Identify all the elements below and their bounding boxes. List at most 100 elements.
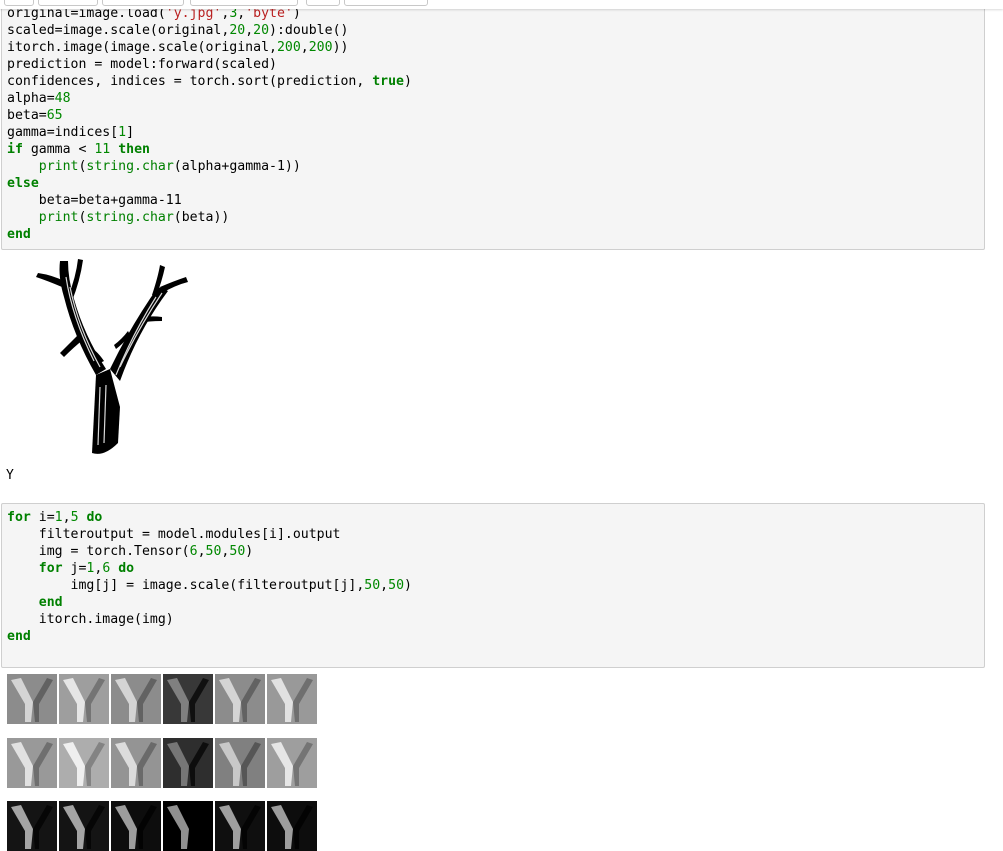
code-token: itorch.image(img) [7, 612, 174, 627]
code-token: else [7, 176, 39, 191]
code-token: )) [332, 40, 349, 55]
code-token: prediction = model:forward(scaled) [7, 57, 277, 72]
code-token: img = torch.Tensor( [7, 544, 190, 559]
feature-map-tile [215, 738, 265, 788]
code-token: for [38, 561, 63, 576]
code-token: do [118, 561, 135, 576]
code-line: img[j] = image.scale(filteroutput[j],50,… [7, 577, 979, 594]
code-line: for i=1,5 do [7, 509, 979, 526]
toolbar-button[interactable] [38, 0, 98, 6]
toolbar-button[interactable] [4, 0, 34, 6]
code-token: 50 [388, 578, 405, 593]
code-line: beta=beta+gamma-11 [7, 192, 979, 209]
toolbar-button[interactable] [306, 0, 340, 6]
code-line: confidences, indices = torch.sort(predic… [7, 73, 979, 90]
code-token: ) [404, 74, 412, 89]
code-token: 11 [94, 142, 111, 157]
code-token: end [38, 595, 63, 610]
feature-map-tile [267, 801, 317, 851]
code-token: itorch.image(image.scale(original, [7, 40, 277, 55]
notebook-toolbar [0, 0, 1003, 9]
code-token: then [118, 142, 150, 157]
code-editor[interactable]: original=image.load('y.jpg',3,'byte') sca… [7, 5, 979, 243]
feature-map-tile [267, 738, 317, 788]
tree-image-output [36, 259, 188, 454]
code-token: 200 [308, 40, 333, 55]
code-token: end [7, 629, 31, 644]
code-token: j= [62, 561, 87, 576]
code-line: print(string.char(alpha+gamma-1)) [7, 158, 979, 175]
code-line: end [7, 594, 979, 611]
feature-map-tile [111, 674, 161, 724]
code-token: end [7, 227, 31, 242]
code-token: 65 [46, 108, 63, 123]
code-token: ) [404, 578, 412, 593]
code-line: itorch.image(image.scale(original,200,20… [7, 39, 979, 56]
code-token: print [38, 159, 79, 174]
code-token: scaled=image.scale(original, [7, 23, 230, 38]
code-editor[interactable]: for i=1,5 do filteroutput = model.module… [7, 509, 979, 645]
code-token: , [300, 40, 309, 55]
feature-map-tile [59, 674, 109, 724]
code-token: 20 [229, 23, 246, 38]
code-token: (beta)) [173, 210, 230, 225]
code-token: 50 [229, 544, 246, 559]
feature-map-tile [215, 674, 265, 724]
code-token: if [7, 142, 23, 157]
code-token: do [86, 510, 103, 525]
code-token: 20 [253, 23, 270, 38]
code-token: filteroutput = model.modules[i].output [7, 527, 341, 542]
code-token: 1 [54, 510, 63, 525]
code-cell-2[interactable]: for i=1,5 do filteroutput = model.module… [1, 503, 985, 668]
code-token: ) [245, 544, 254, 559]
code-line: else [7, 175, 979, 192]
code-token: 50 [205, 544, 222, 559]
code-token: true [372, 74, 404, 89]
code-token: img[j] = image.scale(filteroutput[j], [7, 578, 365, 593]
feature-map-tile [163, 801, 213, 851]
code-token: confidences, indices = torch.sort(predic… [7, 74, 373, 89]
feature-map-row [7, 801, 317, 851]
code-line: beta=65 [7, 107, 979, 124]
feature-map-tile [7, 801, 57, 851]
code-token: string.char [86, 159, 174, 174]
code-token: gamma=indices[ [7, 125, 119, 140]
feature-map-row [7, 738, 317, 788]
feature-map-tile [111, 738, 161, 788]
code-token: 200 [276, 40, 301, 55]
code-token: ):double() [269, 23, 349, 38]
toolbar-button[interactable] [344, 0, 428, 6]
code-token: string.char [86, 210, 174, 225]
output-text: Y [6, 468, 14, 483]
code-token: , [245, 23, 254, 38]
code-token: alpha= [7, 91, 55, 106]
code-line: gamma=indices[1] [7, 124, 979, 141]
toolbar-button[interactable] [102, 0, 184, 6]
code-token: print [38, 210, 79, 225]
code-token: i= [30, 510, 55, 525]
code-line: if gamma < 11 then [7, 141, 979, 158]
code-token: 5 [70, 510, 79, 525]
code-token: (alpha+gamma-1)) [173, 159, 301, 174]
code-token: beta=beta+gamma-11 [7, 193, 182, 208]
code-token: , [197, 544, 206, 559]
code-token: gamma < [22, 142, 95, 157]
code-cell-1[interactable]: original=image.load('y.jpg',3,'byte') sca… [1, 0, 985, 250]
code-token: 50 [364, 578, 381, 593]
code-token: 1 [118, 125, 127, 140]
code-line: end [7, 226, 979, 243]
feature-map-tile [59, 801, 109, 851]
code-line: itorch.image(img) [7, 611, 979, 628]
code-line: img = torch.Tensor(6,50,50) [7, 543, 979, 560]
feature-map-tile [7, 738, 57, 788]
code-line: scaled=image.scale(original,20,20):doubl… [7, 22, 979, 39]
code-token: , [380, 578, 389, 593]
code-line: end [7, 628, 979, 645]
code-line: alpha=48 [7, 90, 979, 107]
toolbar-button[interactable] [190, 0, 298, 6]
code-token: beta= [7, 108, 47, 123]
code-token: 6 [189, 544, 198, 559]
